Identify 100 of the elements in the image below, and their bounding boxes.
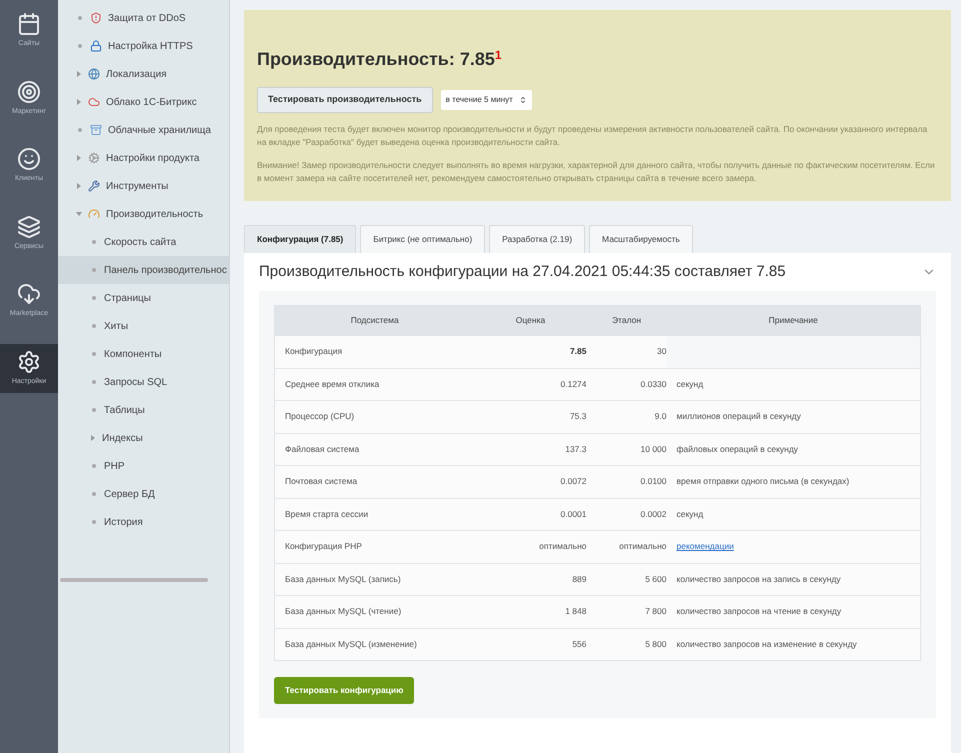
sidebar-item[interactable]: Настройка HTTPS bbox=[58, 32, 229, 60]
sidebar-item[interactable]: Хиты bbox=[58, 312, 229, 340]
table-cell: миллионов операций в секунду bbox=[666, 400, 920, 433]
sidebar-item[interactable]: Панель производительнос bbox=[58, 256, 229, 284]
collapsed-arrow-icon[interactable] bbox=[76, 71, 82, 77]
column-header: Эталон bbox=[586, 306, 666, 336]
sidebar-item[interactable]: Производительность bbox=[58, 200, 229, 228]
duration-select[interactable]: в течение 5 минут bbox=[440, 90, 532, 110]
bullet-icon bbox=[92, 324, 96, 328]
sidebar-item[interactable]: Сервер БД bbox=[58, 480, 229, 508]
table-cell: 137.3 bbox=[474, 433, 586, 466]
bullet-icon bbox=[92, 296, 96, 300]
calendar-icon bbox=[17, 12, 41, 36]
table-cell: 75.3 bbox=[474, 400, 586, 433]
cloud-download-icon bbox=[17, 282, 41, 306]
smile-icon bbox=[17, 147, 41, 171]
recommendations-link[interactable]: рекомендации bbox=[676, 541, 734, 552]
notice-text: Для проведения теста будет включен монитор производительности и будут проведены измерения активности пользователей сайта. По окончании указанного интервала на вкладке "Разработка" будет выведена оценка производительности сайта. bbox=[257, 122, 928, 148]
table-cell: 0.1274 bbox=[474, 368, 586, 400]
tab[interactable]: Битрикс (не оптимально) bbox=[360, 224, 486, 252]
bullet-icon bbox=[92, 464, 96, 468]
tab[interactable]: Конфигурация (7.85) bbox=[244, 224, 356, 252]
tab[interactable]: Масштабируемость bbox=[589, 224, 693, 252]
table-cell: Среднее время отклика bbox=[274, 368, 474, 400]
archive-icon bbox=[90, 124, 102, 136]
notice-text: Внимание! Замер производительности следует выполнять во время нагрузки, характерной для данного сайта, чтобы получить данные по фактическим посетителям. Если в момент замера на сайте посетителей нет, рекомендуем самостоятельно открывать страницы сайта в течение всего замера. bbox=[257, 158, 936, 184]
column-header: Оценка bbox=[474, 306, 586, 336]
shield-icon bbox=[90, 12, 102, 24]
table-cell: 0.0002 bbox=[586, 498, 666, 530]
table-cell: оптимально bbox=[474, 530, 586, 563]
gauge-icon bbox=[88, 208, 100, 220]
globe-icon bbox=[88, 68, 100, 80]
table-cell: количество запросов на чтение в секунду bbox=[666, 596, 920, 628]
table-cell: оптимально bbox=[586, 530, 666, 563]
table-cell: 0.0100 bbox=[586, 466, 666, 498]
sidebar-item[interactable]: Инструменты bbox=[58, 172, 229, 200]
bullet-icon bbox=[92, 268, 96, 272]
table-cell: 5 600 bbox=[586, 563, 666, 596]
cloud-icon bbox=[88, 96, 100, 108]
sidebar-item[interactable]: Таблицы bbox=[58, 396, 229, 424]
table-cell: Конфигурация PHP bbox=[274, 530, 474, 563]
expanded-arrow-icon[interactable] bbox=[76, 211, 82, 217]
table-cell: 30 bbox=[586, 336, 666, 368]
scrollbar-thumb[interactable] bbox=[60, 578, 208, 582]
table-cell: База данных MySQL (изменение) bbox=[274, 628, 474, 660]
target-icon bbox=[17, 80, 41, 104]
table-cell: 0.0072 bbox=[474, 466, 586, 498]
bullet-icon bbox=[92, 352, 96, 356]
column-header: Примечание bbox=[666, 306, 920, 336]
table-cell: 0.0001 bbox=[474, 498, 586, 530]
table-cell: 0.0330 bbox=[586, 368, 666, 400]
gear-icon bbox=[88, 152, 100, 164]
panel-heading: Производительность конфигурации на 27.04.2021 05:44:35 составляет 7.85 bbox=[259, 262, 786, 282]
sidebar-item[interactable]: Облако 1С-Битрикс bbox=[58, 88, 229, 116]
test-performance-button[interactable]: Тестировать производительность bbox=[257, 87, 433, 112]
table-cell: 9.0 bbox=[586, 400, 666, 433]
table-cell: 1 848 bbox=[474, 596, 586, 628]
table-cell: 7.85 bbox=[474, 336, 586, 368]
collapsed-arrow-icon[interactable] bbox=[76, 183, 82, 189]
bullet-icon bbox=[78, 44, 82, 48]
lock-icon bbox=[90, 40, 102, 52]
table-cell: секунд bbox=[666, 498, 920, 530]
table-cell: Процессор (CPU) bbox=[274, 400, 474, 433]
sidebar-item[interactable]: Облачные хранилища bbox=[58, 116, 229, 144]
tab[interactable]: Разработка (2.19) bbox=[489, 224, 586, 252]
table-cell: Время старта сессии bbox=[274, 498, 474, 530]
sidebar-item[interactable]: Страницы bbox=[58, 284, 229, 312]
table-cell: База данных MySQL (чтение) bbox=[274, 596, 474, 628]
wrench-icon bbox=[88, 180, 100, 192]
table-cell: файловых операций в секунду bbox=[666, 433, 920, 466]
sidebar-item[interactable]: Индексы bbox=[58, 424, 229, 452]
collapsed-arrow-icon[interactable] bbox=[76, 99, 82, 105]
layers-icon bbox=[17, 214, 41, 238]
table-cell: секунд bbox=[666, 368, 920, 400]
table-cell: количество запросов на изменение в секунду bbox=[666, 628, 920, 660]
table-cell: База данных MySQL (запись) bbox=[274, 563, 474, 596]
table-cell: 889 bbox=[474, 563, 586, 596]
table-cell: Конфигурация bbox=[274, 336, 474, 368]
page-title: Производительность: 7.85$^{1}$ bbox=[257, 47, 503, 71]
bullet-icon bbox=[92, 408, 96, 412]
bullet-icon bbox=[92, 380, 96, 384]
collapsed-arrow-icon[interactable] bbox=[76, 155, 82, 161]
select-arrows-icon bbox=[518, 96, 527, 104]
bullet-icon bbox=[92, 492, 96, 496]
sidebar-item[interactable]: Локализация bbox=[58, 60, 229, 88]
sidebar-item[interactable]: История bbox=[58, 508, 229, 536]
sidebar-item[interactable]: Настройки продукта bbox=[58, 144, 229, 172]
table-cell: Файловая система bbox=[274, 433, 474, 466]
sidebar-item[interactable]: Компоненты bbox=[58, 340, 229, 368]
sidebar-item[interactable]: Скорость сайта bbox=[58, 228, 229, 256]
collapsed-arrow-icon[interactable] bbox=[90, 435, 96, 441]
sidebar-item[interactable]: Защита от DDoS bbox=[58, 4, 229, 32]
bullet-icon bbox=[78, 128, 82, 132]
table-cell: 556 bbox=[474, 628, 586, 660]
table-cell: время отправки одного письма (в секундах) bbox=[666, 466, 920, 498]
sidebar-item[interactable]: Запросы SQL bbox=[58, 368, 229, 396]
table-cell: количество запросов на запись в секунду bbox=[666, 563, 920, 596]
column-header: Подсистема bbox=[274, 306, 474, 336]
gear-icon bbox=[17, 350, 41, 374]
sidebar-item[interactable]: PHP bbox=[58, 452, 229, 480]
